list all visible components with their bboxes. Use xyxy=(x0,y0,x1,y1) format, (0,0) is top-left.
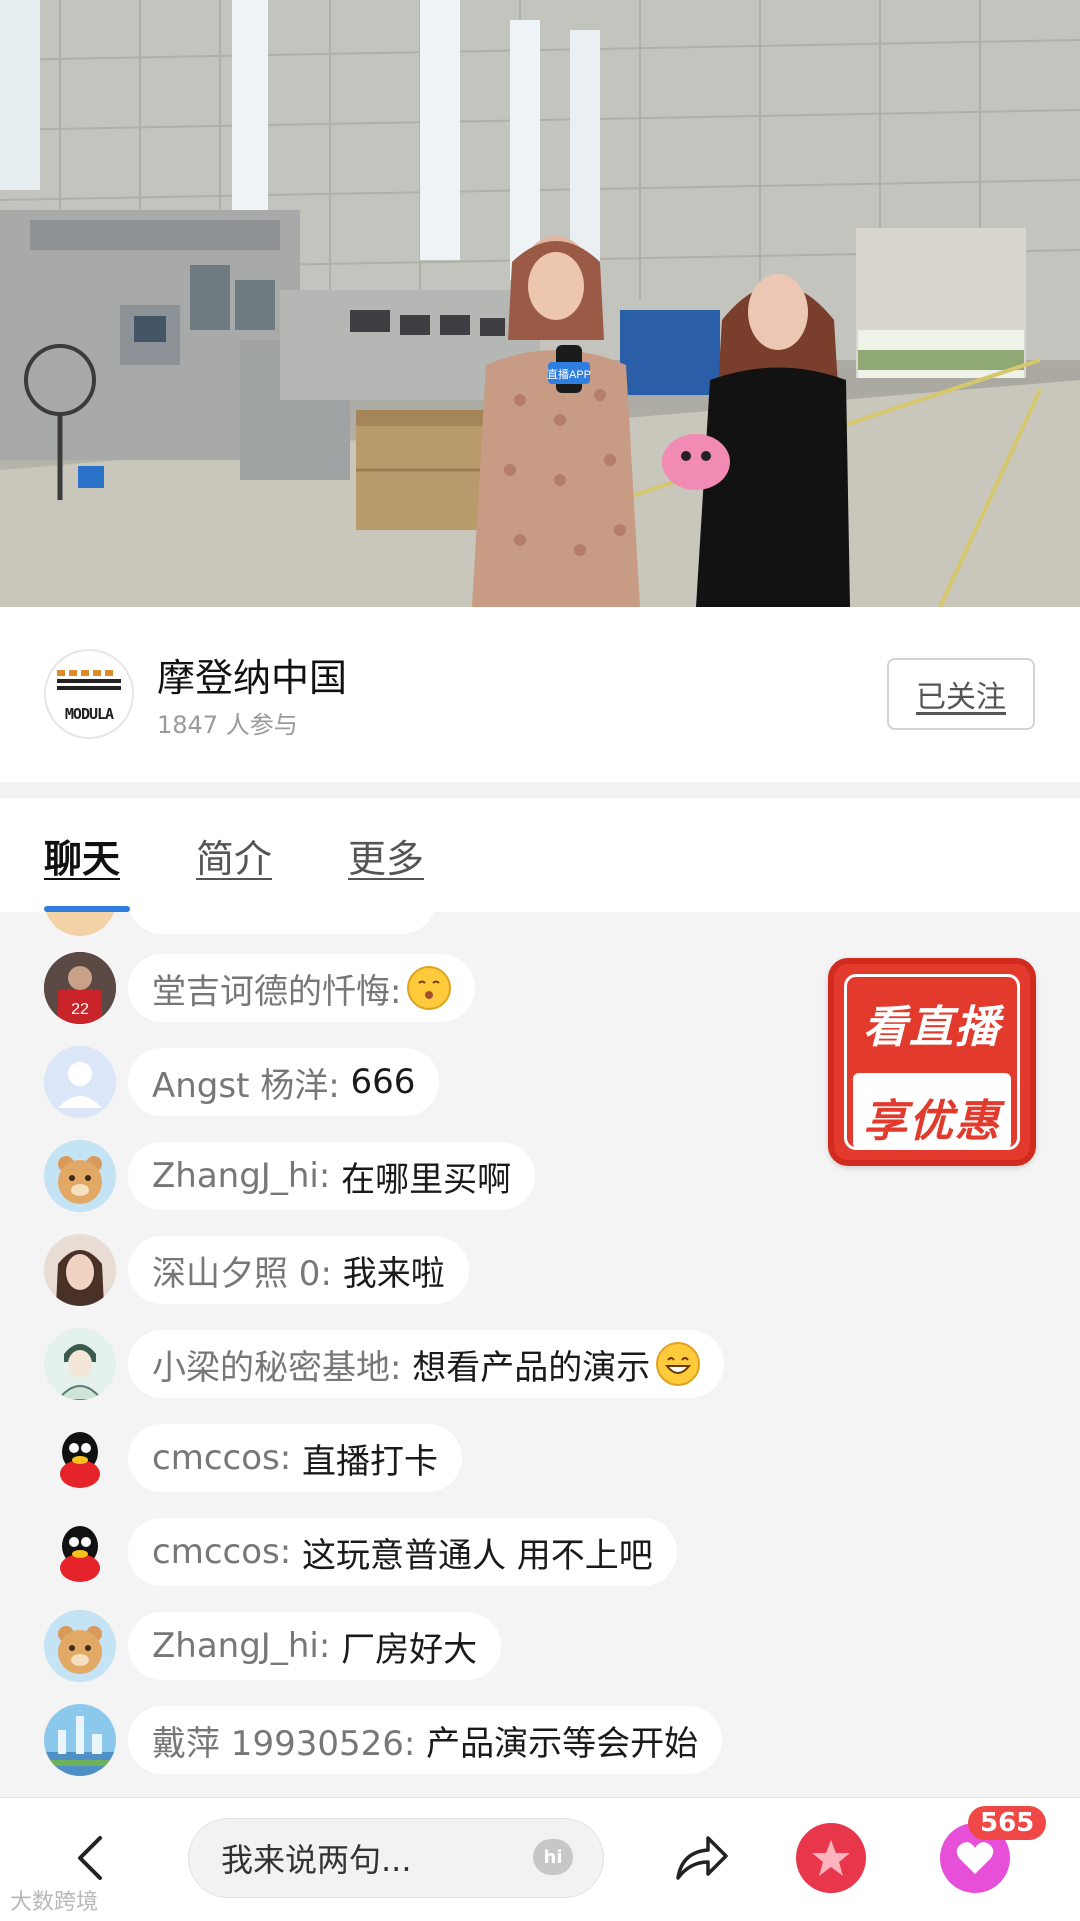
chat-bubble: 堂吉诃德的忏悔: xyxy=(128,954,476,1022)
bottom-action-bar: 我来说两句... hi 565 xyxy=(0,1797,1080,1921)
live-video-frame: 直播APP xyxy=(0,0,1080,607)
chat-text: 666 xyxy=(350,1062,416,1102)
grin-emoji-icon xyxy=(656,1342,701,1386)
chat-message-partial xyxy=(44,912,436,936)
chat-bubble: 小梁的秘密基地: 想看产品的演示 xyxy=(128,1330,725,1398)
svg-text:直播APP: 直播APP xyxy=(547,367,591,381)
tab-chat[interactable]: 聊天 xyxy=(44,828,120,883)
chat-username: 深山夕照 0: xyxy=(152,1253,332,1294)
chat-text: 直播打卡 xyxy=(301,1441,438,1482)
share-button[interactable] xyxy=(668,1826,732,1890)
user-avatar xyxy=(44,912,116,936)
chat-message: cmccos: 直播打卡 xyxy=(44,1422,462,1494)
chat-text: 我来啦 xyxy=(342,1253,445,1294)
promo-line-1: 看直播 xyxy=(863,1002,1001,1053)
tab-more[interactable]: 更多 xyxy=(348,828,424,883)
user-avatar[interactable] xyxy=(44,1328,116,1400)
follow-button-label: 已关注 xyxy=(916,680,1006,715)
chat-message: ZhangJ_hi: 在哪里买啊 xyxy=(44,1140,536,1212)
svg-text:22: 22 xyxy=(71,1001,89,1018)
chat-bubble: ZhangJ_hi: 在哪里买啊 xyxy=(128,1142,536,1210)
chat-text: 厂房好大 xyxy=(341,1629,478,1670)
user-avatar[interactable] xyxy=(44,1046,116,1118)
like-count-badge: 565 xyxy=(968,1806,1047,1840)
chat-text: 这玩意普通人 用不上吧 xyxy=(301,1535,653,1576)
chat-bubble: ZhangJ_hi: 厂房好大 xyxy=(128,1612,502,1680)
kiss-emoji-icon xyxy=(407,966,452,1010)
channel-name: 摩登纳中国 xyxy=(157,656,348,700)
tab-intro[interactable]: 简介 xyxy=(196,828,272,883)
gift-button[interactable] xyxy=(796,1823,866,1893)
promo-frame: 看直播 享优惠 xyxy=(844,974,1020,1150)
channel-header: MODULA 摩登纳中国 1847 人参与 已关注 xyxy=(0,607,1080,782)
chat-username: Angst 杨洋: xyxy=(152,1065,340,1106)
chat-message: cmccos: 这玩意普通人 用不上吧 xyxy=(44,1516,677,1588)
user-avatar[interactable]: 22 xyxy=(44,952,116,1024)
chat-message: 22 堂吉诃德的忏悔: xyxy=(44,952,476,1024)
tab-bar: 聊天 简介 更多 xyxy=(0,798,1080,912)
chat-message: 小梁的秘密基地: 想看产品的演示 xyxy=(44,1328,725,1400)
comment-placeholder: 我来说两句... xyxy=(221,1841,412,1879)
heart-icon xyxy=(956,1842,994,1874)
chat-message: ZhangJ_hi: 厂房好大 xyxy=(44,1610,502,1682)
share-icon xyxy=(676,1836,728,1880)
chat-username: ZhangJ_hi: xyxy=(152,1156,331,1196)
chat-username: cmccos: xyxy=(152,1438,292,1478)
chat-message: 戴萍 19930526: 产品演示等会开始 xyxy=(44,1704,723,1776)
chat-username: ZhangJ_hi: xyxy=(152,1626,331,1666)
chat-username: 堂吉诃德的忏悔: xyxy=(152,971,402,1012)
user-avatar[interactable] xyxy=(44,1234,116,1306)
channel-avatar[interactable]: MODULA xyxy=(44,649,134,739)
chat-bubble: Angst 杨洋: 666 xyxy=(128,1048,440,1116)
user-avatar[interactable] xyxy=(44,1610,116,1682)
follow-button[interactable]: 已关注 xyxy=(887,658,1035,730)
section-divider xyxy=(0,782,1080,798)
chat-bubble xyxy=(128,912,436,934)
chat-bubble: cmccos: 直播打卡 xyxy=(128,1424,462,1492)
back-button[interactable] xyxy=(62,1828,122,1888)
watermark: 大数跨境 xyxy=(10,1890,99,1915)
chevron-left-icon xyxy=(78,1836,102,1880)
user-avatar[interactable] xyxy=(44,1704,116,1776)
promo-line-2: 享优惠 xyxy=(863,1096,1001,1147)
participant-count: 1847 人参与 xyxy=(157,711,298,739)
chat-bubble: cmccos: 这玩意普通人 用不上吧 xyxy=(128,1518,677,1586)
chat-text: 想看产品的演示 xyxy=(412,1347,651,1388)
chat-username: 戴萍 19930526: xyxy=(152,1723,416,1764)
chat-username: 小梁的秘密基地: xyxy=(152,1347,402,1388)
logo-text: MODULA xyxy=(64,705,114,723)
chat-message: Angst 杨洋: 666 xyxy=(44,1046,440,1118)
live-video-player[interactable]: 直播APP xyxy=(0,0,1080,607)
promo-badge[interactable]: 看直播 享优惠 xyxy=(828,958,1036,1166)
user-avatar[interactable] xyxy=(44,1140,116,1212)
comment-input[interactable]: 我来说两句... hi xyxy=(188,1818,604,1898)
star-gift-icon xyxy=(812,1840,850,1876)
chat-bubble: 深山夕照 0: 我来啦 xyxy=(128,1236,469,1304)
chat-message: 深山夕照 0: 我来啦 xyxy=(44,1234,469,1306)
user-avatar[interactable] xyxy=(44,1422,116,1494)
chat-text: 在哪里买啊 xyxy=(341,1159,512,1200)
chat-username: cmccos: xyxy=(152,1532,292,1572)
chat-bubble: 戴萍 19930526: 产品演示等会开始 xyxy=(128,1706,723,1774)
hi-emoji-icon[interactable]: hi xyxy=(533,1839,573,1875)
user-avatar[interactable] xyxy=(44,1516,116,1588)
chat-text: 产品演示等会开始 xyxy=(426,1723,699,1764)
